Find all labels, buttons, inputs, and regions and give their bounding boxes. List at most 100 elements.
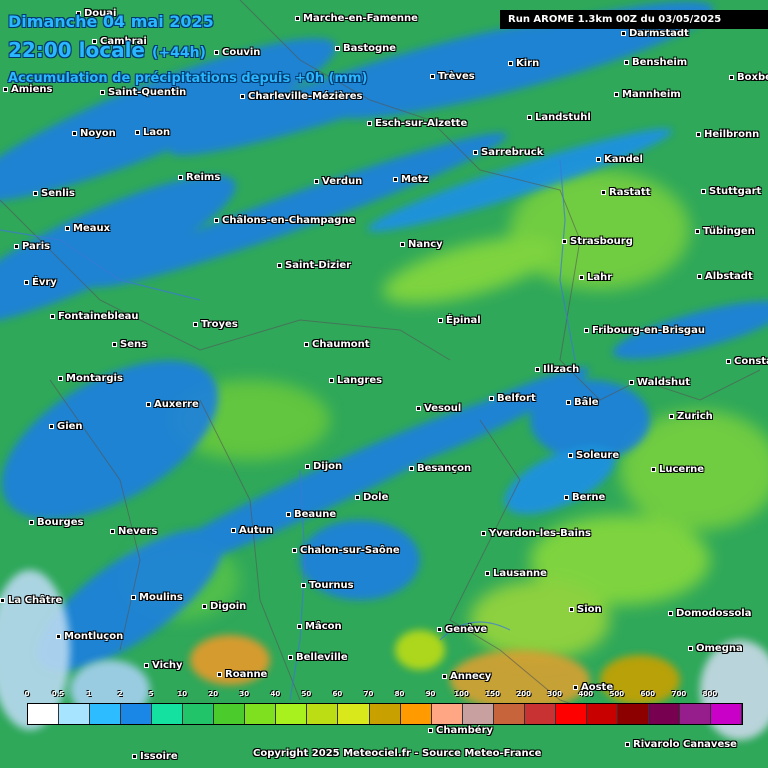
city-label: Belfort [489, 393, 536, 405]
city-label: Heilbronn [696, 129, 759, 141]
forecast-offset: (+44h) [151, 45, 206, 61]
city-label: Troyes [193, 319, 238, 331]
legend-tick: 500 [609, 690, 625, 698]
legend-tick: 80 [394, 690, 405, 698]
legend-swatch [214, 704, 246, 724]
city-label: Zurich [669, 411, 713, 423]
city-label: Noyon [72, 128, 116, 140]
city-label: Lausanne [485, 568, 547, 580]
city-label: Omegna [688, 643, 743, 655]
legend-swatch [338, 704, 370, 724]
legend-tick: 5 [148, 690, 154, 698]
city-label: Moulins [131, 592, 183, 604]
legend-tick: 300 [547, 690, 563, 698]
city-label: La Châtre [0, 595, 62, 607]
legend-color-scale [27, 703, 743, 725]
legend-swatch [59, 704, 91, 724]
legend-tick: 20 [208, 690, 219, 698]
legend-tick: 1 [86, 690, 92, 698]
city-label: Landstuhl [527, 112, 591, 124]
city-label: Senlis [33, 188, 75, 200]
city-label: Illzach [535, 364, 579, 376]
city-label: Sarrebruck [473, 147, 543, 159]
legend-ticks: 0 0.5 1 2 5 10 20 30 40 50 60 70 80 90 100 150 200 300 400… [0, 690, 768, 702]
legend-swatch [431, 704, 463, 724]
city-label: Metz [393, 174, 428, 186]
city-label: Esch-sur-Alzette [367, 118, 467, 130]
city-label: Vesoul [416, 403, 461, 415]
city-label: Laon [135, 127, 170, 139]
legend-swatch [307, 704, 339, 724]
city-label: Couvin [214, 47, 260, 59]
city-label: Nancy [400, 239, 443, 251]
legend-swatch [28, 704, 60, 724]
city-label: Mannheim [614, 89, 681, 101]
city-label: Vichy [144, 660, 183, 672]
city-label: Tübingen [695, 226, 755, 238]
legend-swatch [493, 704, 525, 724]
city-label: Rivarolo Canavese [625, 739, 737, 751]
city-label: Bourges [29, 517, 83, 529]
precipitation-map: Douai Cambrai Amiens Saint-Quentin Noyon Laon… [0, 0, 768, 768]
city-label: Bastogne [335, 43, 396, 55]
city-label: Châlons-en-Champagne [214, 215, 355, 227]
city-label: Bâle [566, 397, 599, 409]
legend-swatch [462, 704, 494, 724]
legend-tick: 200 [516, 690, 531, 698]
legend-swatch [245, 704, 277, 724]
city-label: Belleville [288, 652, 348, 664]
legend-tick: 60 [332, 690, 343, 698]
copyright-notice: Copyright 2025 Meteociel.fr - Source Met… [253, 748, 542, 759]
legend-swatch [555, 704, 587, 724]
forecast-time: 22:00 locale (+44h) [8, 38, 206, 62]
city-label: Sion [569, 604, 602, 616]
legend-swatch [711, 704, 743, 724]
city-label: Besançon [409, 463, 471, 475]
legend-tick: 70 [363, 690, 374, 698]
city-label: Constance [726, 356, 768, 368]
city-label: Dijon [305, 461, 342, 473]
city-label: Autun [231, 525, 273, 537]
city-label: Trèves [430, 71, 475, 83]
city-label: Nevers [110, 526, 157, 538]
city-label: Sens [112, 339, 147, 351]
legend-swatch [648, 704, 680, 724]
city-label: Saint-Quentin [100, 87, 186, 99]
legend-swatch [679, 704, 712, 724]
city-label: Yverdon-les-Bains [481, 528, 591, 540]
legend-swatch [90, 704, 122, 724]
legend-swatch [617, 704, 649, 724]
legend-swatch [183, 704, 215, 724]
city-label: Saint-Dizier [277, 260, 351, 272]
legend-swatch [524, 704, 556, 724]
city-label: Gien [49, 421, 83, 433]
legend-swatch [586, 704, 618, 724]
city-label: Charleville-Mézières [240, 91, 363, 103]
accumulation-label: Accumulation de précipitations depuis +0… [8, 71, 368, 86]
city-label: Domodossola [668, 608, 751, 620]
city-label: Chaumont [304, 339, 370, 351]
legend-tick: 2 [117, 690, 123, 698]
legend-tick: 0 [24, 690, 30, 698]
city-label: Bensheim [624, 57, 687, 69]
city-label: Tournus [301, 580, 354, 592]
city-label: Langres [329, 375, 382, 387]
city-label: Fontainebleau [50, 311, 139, 323]
legend-swatch [121, 704, 153, 724]
legend-tick: 150 [485, 690, 500, 698]
legend-tick: 0.5 [51, 690, 65, 698]
legend-swatch [400, 704, 432, 724]
legend-tick: 10 [177, 690, 188, 698]
city-label: Digoin [202, 601, 246, 613]
forecast-date: Dimanche 04 mai 2025 [8, 12, 214, 31]
legend-tick: 40 [270, 690, 281, 698]
city-label: Chalon-sur-Saône [292, 545, 400, 557]
legend-tick: 90 [425, 690, 436, 698]
legend-tick: 600 [640, 690, 656, 698]
city-label: Lahr [579, 272, 612, 284]
city-label: Strasbourg [562, 236, 633, 248]
city-label: Soleure [568, 450, 619, 462]
city-label: Waldshut [629, 377, 690, 389]
city-label: Chambéry [428, 725, 493, 737]
city-label: Issoire [132, 751, 178, 763]
